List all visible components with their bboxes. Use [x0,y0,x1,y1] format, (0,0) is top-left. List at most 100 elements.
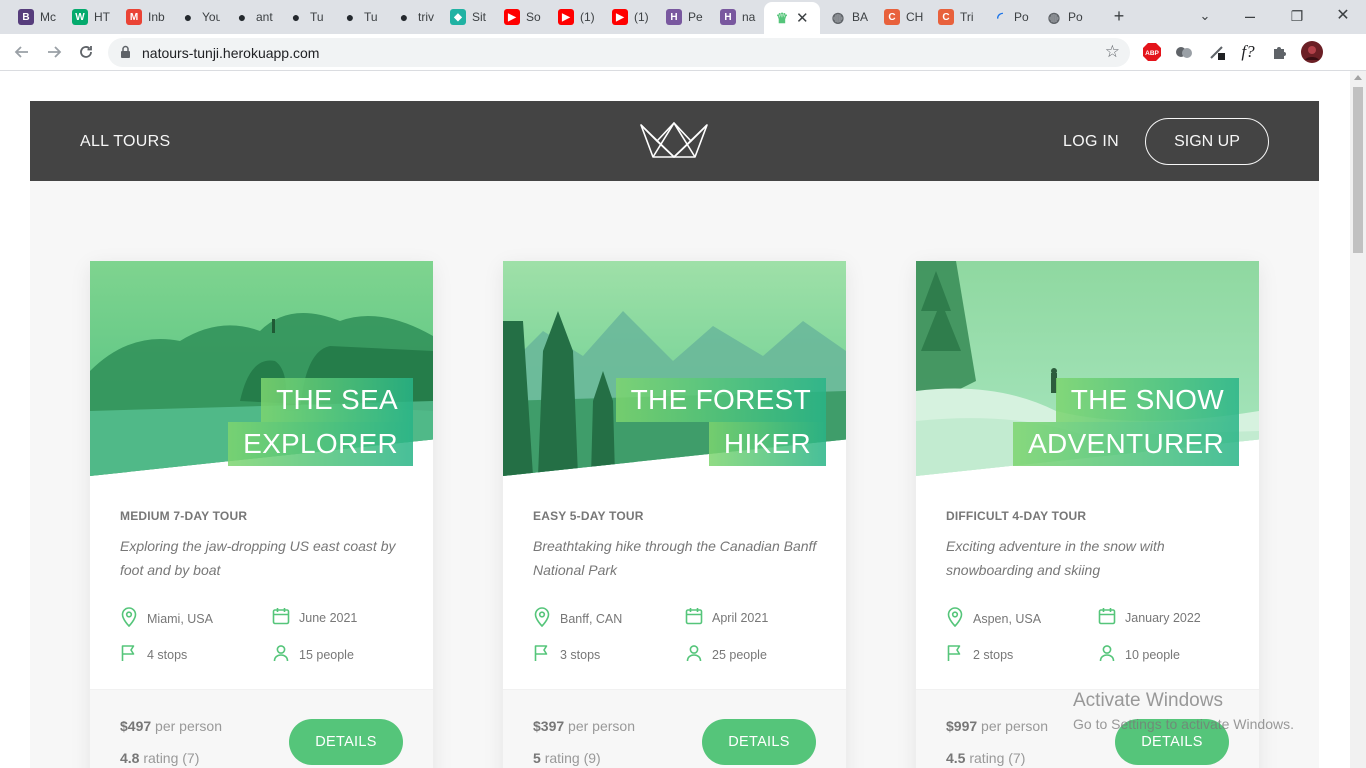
flag-icon [946,644,973,665]
map-pin-icon [946,607,973,630]
back-arrow-icon[interactable] [12,42,32,62]
tour-summary: Breathtaking hike through the Canadian B… [533,538,817,578]
tab-title: (1) [634,10,649,24]
browser-tab[interactable]: Hna [710,4,764,30]
activate-windows-watermark: Activate Windows Go to Settings to activ… [1073,690,1294,732]
tour-rating: 5 rating (9) [533,750,601,766]
url-text: natours-tunji.herokuapp.com [142,45,320,61]
browser-tab[interactable]: B Mc [8,4,62,30]
nav-login-link[interactable]: LOG IN [1063,133,1119,151]
address-bar[interactable]: natours-tunji.herokuapp.com ☆ [108,38,1130,67]
browser-tab[interactable]: C Tri [928,4,982,30]
tour-date: April 2021 [685,607,768,628]
flag-icon [533,644,560,665]
puzzle-icon[interactable] [1269,41,1291,63]
signup-button[interactable]: SIGN UP [1145,118,1269,165]
close-tab-icon[interactable]: ✕ [796,9,809,27]
browser-tab[interactable]: ▶ (1) [602,4,656,30]
natours-logo-icon[interactable] [639,121,709,166]
globe-icon: ◍ [831,8,845,25]
browser-tab[interactable]: ◍ BA [820,4,874,30]
github-icon: ● [237,9,247,25]
site-header: ALL TOURS LOG IN SIGN UP [30,101,1319,181]
profile-avatar[interactable] [1301,41,1323,63]
github-icon: ● [183,9,193,25]
tour-rating: 4.8 rating (7) [120,750,199,766]
browser-tab[interactable]: ◍ Po [1036,4,1090,30]
browser-tab[interactable]: ◜ Po [982,4,1036,30]
browser-tab[interactable]: ● Tu [332,4,386,30]
scroll-up-arrow-icon[interactable] [1354,75,1362,80]
page-scrollbar[interactable] [1350,71,1366,768]
new-tab-button[interactable]: + [1109,6,1129,26]
github-icon: ● [345,9,355,25]
browser-tab[interactable]: M Inb [116,4,170,30]
tour-location: Miami, USA [120,607,213,630]
browser-tab[interactable]: W HT [62,4,116,30]
tab-title: Tri [960,10,974,24]
reload-icon[interactable] [76,42,96,62]
browser-tab[interactable]: ● ant [224,4,278,30]
tour-rating-value: 4.8 [120,750,140,766]
tour-price: $997 per person [946,718,1048,734]
extension-icon[interactable] [1173,41,1195,63]
formula-icon[interactable]: f? [1237,41,1259,63]
nav-all-tours-link[interactable]: ALL TOURS [80,133,170,151]
tour-rating-label: rating (7) [969,750,1026,766]
page-viewport: ALL TOURS LOG IN SIGN UP THE SEA EXPLORER… [0,71,1350,768]
tour-subheading: MEDIUM 7-DAY TOUR [120,509,248,523]
tour-price-value: $397 [533,718,565,734]
tour-card-footer: $497 per person 4.8 rating (7) DETAILS [90,689,433,768]
tour-people-text: 10 people [1125,647,1180,662]
tour-stops: 3 stops [533,644,600,665]
tour-people-text: 15 people [299,647,354,662]
watermark-title: Activate Windows [1073,690,1223,711]
minimize-button[interactable]: – [1240,6,1260,26]
tour-group-size: 10 people [1098,644,1180,665]
browser-tab[interactable]: C CH [874,4,928,30]
tab-title: Pe [688,10,703,24]
browser-tab[interactable]: H Pe [656,4,710,30]
loading-icon: ◜ [997,8,1003,25]
tour-price-unit: per person [568,718,635,734]
tour-date: January 2022 [1098,607,1201,628]
tab-title: triv [418,10,434,24]
tour-rating-label: rating (7) [143,750,200,766]
tour-title-line2: HIKER [708,422,826,466]
browser-tab[interactable]: ● triv [386,4,440,30]
browser-tab[interactable]: ▶ (1) [548,4,602,30]
browser-tab[interactable]: ▶ So [494,4,548,30]
natours-icon: ♛ [775,9,789,26]
tour-card-title: THE SNOW ADVENTURER [1013,378,1239,466]
details-button[interactable]: DETAILS [702,719,816,765]
adblock-icon[interactable]: ABP [1141,41,1163,63]
browser-tab[interactable]: ◆ Sit [440,4,494,30]
browser-tab[interactable]: ● You [170,4,224,30]
map-pin-icon [120,607,147,630]
tab-title: na [742,10,756,24]
tab-title: ant [256,10,273,24]
restore-button[interactable]: ❐ [1287,6,1307,26]
devtools-icon[interactable] [1206,41,1228,63]
gmail-icon: M [126,9,142,25]
map-pin-icon [533,607,560,630]
tour-stops-text: 4 stops [147,647,188,662]
tour-date: June 2021 [272,607,357,628]
scrollbar-thumb[interactable] [1353,87,1363,253]
browser-tab[interactable]: ● Tu [278,4,332,30]
tab-title: (1) [580,10,595,24]
browser-tab[interactable]: ♛ ✕ [764,2,820,34]
globe-icon: ◍ [1047,8,1061,25]
bookmark-star-icon[interactable]: ☆ [1105,42,1120,62]
close-window-button[interactable]: ✕ [1333,6,1353,26]
tab-title: HT [94,10,110,24]
tour-title-line2: ADVENTURER [1013,422,1239,466]
tab-search-chevron-icon[interactable]: ⌄ [1195,6,1215,26]
lock-icon [120,45,131,64]
tour-group-size: 15 people [272,644,354,665]
tab-title: Mc [40,10,56,24]
forward-arrow-icon[interactable] [44,42,64,62]
tab-title: Tu [364,10,378,24]
tour-stops-text: 3 stops [560,647,601,662]
details-button[interactable]: DETAILS [289,719,403,765]
